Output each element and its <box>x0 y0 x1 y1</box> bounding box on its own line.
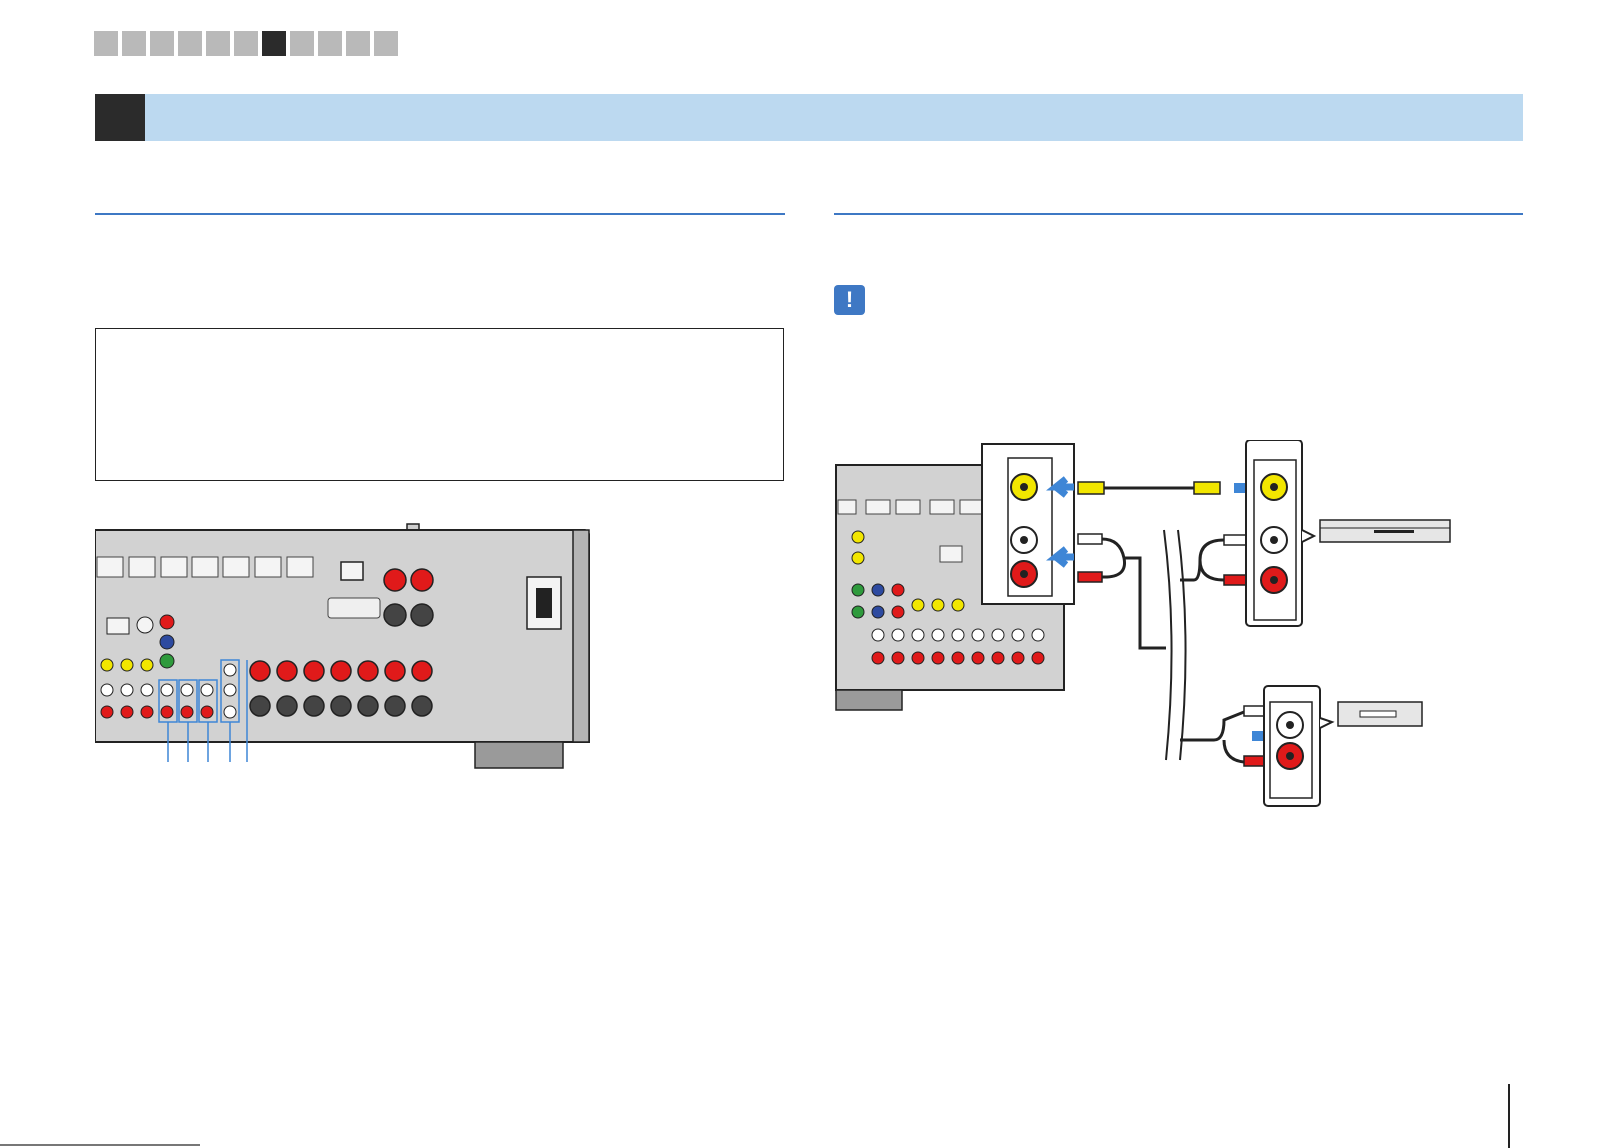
chapter-tab-active[interactable] <box>262 31 286 56</box>
chapter-tab[interactable] <box>318 31 342 56</box>
footer-rule <box>0 1144 200 1146</box>
caution-icon: ! <box>834 285 865 315</box>
chapter-tab[interactable] <box>122 31 146 56</box>
chapter-tab[interactable] <box>290 31 314 56</box>
chapter-tab[interactable] <box>234 31 258 56</box>
chapter-tab[interactable] <box>178 31 202 56</box>
note-box <box>95 328 784 481</box>
page-number-rule <box>1508 1084 1510 1148</box>
right-column-rule <box>834 213 1523 215</box>
chapter-tab[interactable] <box>374 31 398 56</box>
chapter-tab[interactable] <box>346 31 370 56</box>
chapter-tab[interactable] <box>94 31 118 56</box>
chapter-tab[interactable] <box>206 31 230 56</box>
left-column-rule <box>95 213 785 215</box>
chapter-tabs <box>94 31 398 56</box>
section-number-block <box>95 94 145 141</box>
chapter-tab[interactable] <box>150 31 174 56</box>
rear-panel-diagram <box>95 523 590 769</box>
section-header-bar <box>95 94 1523 141</box>
connection-diagram <box>835 440 1451 807</box>
